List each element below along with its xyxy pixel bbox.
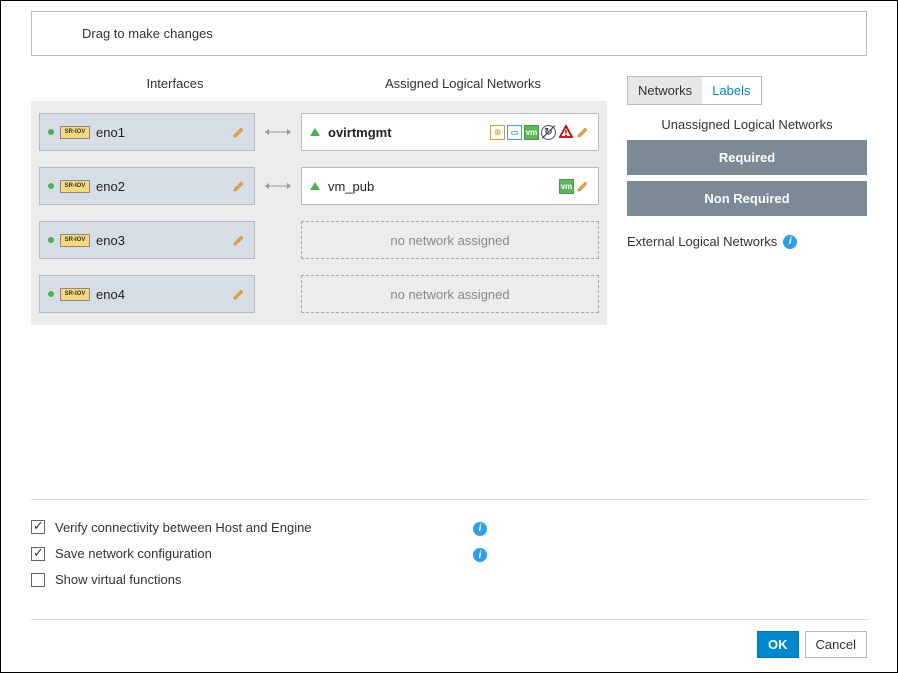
verify-connectivity-label: Verify connectivity between Host and Eng… xyxy=(55,520,312,535)
vm-icon: vm xyxy=(559,179,574,194)
network-card-ovirtmgmt[interactable]: ovirtmgmt ♔ ▭ vm ↻ xyxy=(301,113,599,151)
external-networks-label: External Logical Networks xyxy=(627,234,777,249)
up-triangle-icon xyxy=(310,128,320,136)
interface-name: eno3 xyxy=(96,233,232,248)
interface-name: eno4 xyxy=(96,287,232,302)
info-icon[interactable]: i xyxy=(473,522,487,536)
tabs: Networks Labels xyxy=(627,76,762,105)
network-name: ovirtmgmt xyxy=(328,125,392,140)
tab-labels[interactable]: Labels xyxy=(702,77,760,104)
warning-icon xyxy=(558,124,574,140)
ok-button[interactable]: OK xyxy=(757,631,799,658)
info-icon[interactable]: i xyxy=(473,548,487,562)
out-of-sync-icon: ↻ xyxy=(541,125,556,140)
status-led-icon xyxy=(48,183,54,189)
interface-name: eno2 xyxy=(96,179,232,194)
options-area: Verify connectivity between Host and Eng… xyxy=(31,499,867,592)
sriov-badge-icon xyxy=(60,234,90,247)
interfaces-panel: eno1 ovirtmgmt ♔ ▭ vm ↻ xyxy=(31,101,607,325)
sriov-badge-icon xyxy=(60,180,90,193)
unassigned-title: Unassigned Logical Networks xyxy=(627,117,867,132)
interface-row: eno1 ovirtmgmt ♔ ▭ vm ↻ xyxy=(39,113,599,151)
non-required-section[interactable]: Non Required xyxy=(627,181,867,216)
pencil-icon[interactable] xyxy=(232,179,246,193)
interface-row: eno3 no network assigned xyxy=(39,221,599,259)
display-icon: ▭ xyxy=(507,125,522,140)
empty-network-slot[interactable]: no network assigned xyxy=(301,275,599,313)
interface-name: eno1 xyxy=(96,125,232,140)
save-config-checkbox[interactable] xyxy=(31,547,45,561)
interface-row: eno4 no network assigned xyxy=(39,275,599,313)
pencil-icon[interactable] xyxy=(576,125,590,139)
assigned-column-header: Assigned Logical Networks xyxy=(319,76,607,91)
pencil-icon[interactable] xyxy=(576,179,590,193)
network-setup-dialog: Drag to make changes Interfaces Assigned… xyxy=(0,0,898,673)
status-led-icon xyxy=(48,129,54,135)
status-led-icon xyxy=(48,291,54,297)
cancel-button[interactable]: Cancel xyxy=(805,631,867,658)
interface-row: eno2 vm_pub vm xyxy=(39,167,599,205)
connector-icon xyxy=(263,127,293,137)
interface-card-eno3[interactable]: eno3 xyxy=(39,221,255,259)
management-icon: ♔ xyxy=(490,125,505,140)
pencil-icon[interactable] xyxy=(232,233,246,247)
interface-card-eno1[interactable]: eno1 xyxy=(39,113,255,151)
interface-card-eno2[interactable]: eno2 xyxy=(39,167,255,205)
network-name: vm_pub xyxy=(328,179,374,194)
vm-icon: vm xyxy=(524,125,539,140)
info-icon[interactable]: i xyxy=(783,235,797,249)
show-vf-checkbox[interactable] xyxy=(31,573,45,587)
interfaces-column-header: Interfaces xyxy=(31,76,319,91)
connector-icon xyxy=(263,181,293,191)
pencil-icon[interactable] xyxy=(232,125,246,139)
pencil-icon[interactable] xyxy=(232,287,246,301)
required-section[interactable]: Required xyxy=(627,140,867,175)
sriov-badge-icon xyxy=(60,288,90,301)
verify-connectivity-checkbox[interactable] xyxy=(31,520,45,534)
drag-hint: Drag to make changes xyxy=(31,11,867,56)
status-led-icon xyxy=(48,237,54,243)
empty-network-slot[interactable]: no network assigned xyxy=(301,221,599,259)
tab-networks[interactable]: Networks xyxy=(628,77,702,104)
interface-card-eno4[interactable]: eno4 xyxy=(39,275,255,313)
up-triangle-icon xyxy=(310,182,320,190)
network-card-vm-pub[interactable]: vm_pub vm xyxy=(301,167,599,205)
save-config-label: Save network configuration xyxy=(55,546,212,561)
show-vf-label: Show virtual functions xyxy=(55,572,181,587)
sriov-badge-icon xyxy=(60,126,90,139)
